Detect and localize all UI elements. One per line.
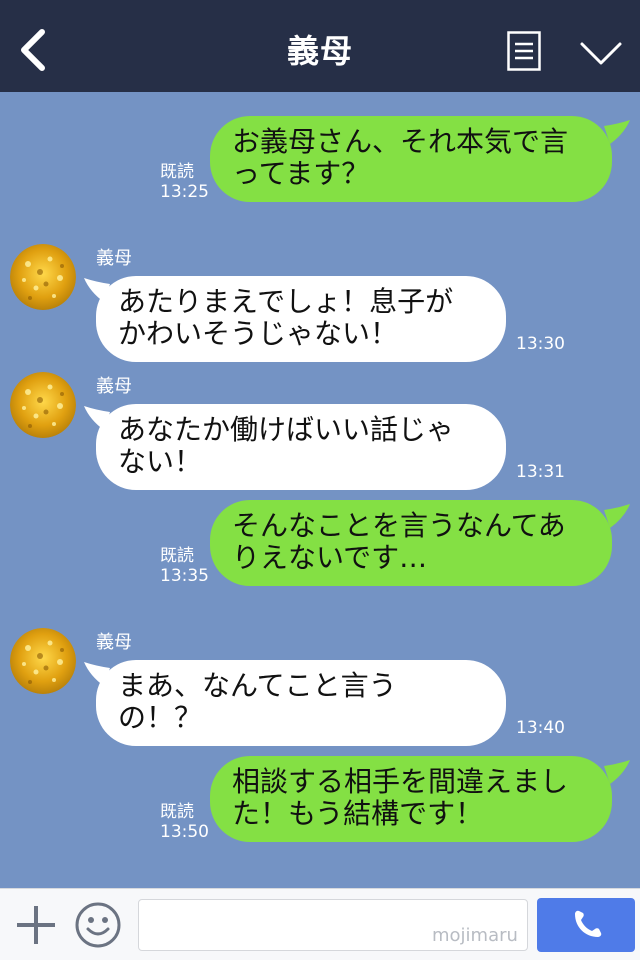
notes-menu-icon[interactable] (507, 31, 541, 71)
smiley-icon[interactable] (74, 901, 122, 949)
bubble-tail (604, 760, 630, 784)
message-time: 13:31 (516, 462, 565, 482)
chevron-down-icon[interactable] (578, 36, 624, 70)
chat-area: 既読 13:25 お義母さん、それ本気で言ってます？ 義母 あたりまえでしょ！息… (0, 92, 640, 888)
bubble-tail (604, 504, 630, 528)
incoming-message-bubble[interactable]: まあ、なんてこと言うの！？ (96, 660, 506, 746)
bubble-tail (604, 120, 630, 144)
sender-avatar[interactable] (10, 244, 76, 310)
chat-title: 義母 (286, 32, 353, 70)
outgoing-message-bubble[interactable]: 相談する相手を間違えました！もう結構です！ (210, 756, 612, 842)
plus-icon[interactable] (14, 903, 58, 947)
sender-avatar[interactable] (10, 628, 76, 694)
sender-name: 義母 (96, 376, 132, 397)
message-time: 13:40 (516, 718, 565, 738)
sender-name: 義母 (96, 248, 132, 269)
chat-header: 義母 (0, 0, 640, 92)
outgoing-message-bubble[interactable]: そんなことを言うなんてありえないです… (210, 500, 612, 586)
sender-name: 義母 (96, 632, 132, 653)
incoming-message-bubble[interactable]: あなたか働けばいい話じゃない！ (96, 404, 506, 490)
phone-icon (575, 910, 602, 937)
call-button[interactable] (537, 898, 635, 952)
message-time: 13:30 (516, 334, 565, 354)
sender-avatar[interactable] (10, 372, 76, 438)
outgoing-message-bubble[interactable]: お義母さん、それ本気で言ってます？ (210, 116, 612, 202)
message-composer: mojimaru (0, 888, 640, 960)
incoming-message-bubble[interactable]: あたりまえでしょ！息子がかわいそうじゃない！ (96, 276, 506, 362)
watermark-text: mojimaru (432, 925, 518, 946)
